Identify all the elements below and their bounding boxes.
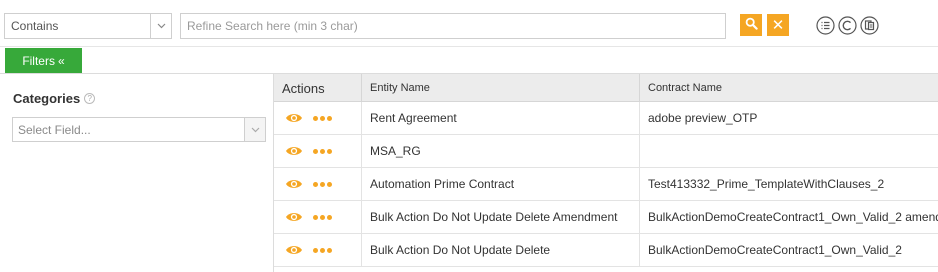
search-button[interactable] xyxy=(740,14,762,36)
more-options-icon[interactable] xyxy=(313,247,332,253)
table-row[interactable]: Automation Prime Contract Test413332_Prim… xyxy=(274,168,938,201)
row-actions xyxy=(274,234,362,266)
chevron-down-icon xyxy=(244,118,265,141)
toolbar-icons xyxy=(815,15,879,35)
document-icon[interactable] xyxy=(859,15,879,35)
clear-search-button[interactable]: ✕ xyxy=(767,14,789,36)
double-chevron-left-icon: « xyxy=(57,53,65,68)
more-options-icon[interactable] xyxy=(313,181,332,187)
copyright-icon[interactable] xyxy=(837,15,857,35)
entity-name-cell[interactable]: Automation Prime Contract xyxy=(362,168,640,200)
more-options-icon[interactable] xyxy=(313,148,332,154)
entity-name-cell[interactable]: Bulk Action Do Not Update Delete xyxy=(362,234,640,266)
search-bar: Contains ✕ xyxy=(0,0,938,46)
chevron-down-icon xyxy=(150,14,171,38)
categories-heading: Categories ? xyxy=(13,91,96,106)
filter-panel: Categories ? Select Field... xyxy=(0,74,274,272)
eye-icon[interactable] xyxy=(285,244,303,256)
list-icon[interactable] xyxy=(815,15,835,35)
filters-label: Filters xyxy=(22,53,55,68)
column-header-contract-name[interactable]: Contract Name xyxy=(640,74,938,102)
column-header-entity-name[interactable]: Entity Name xyxy=(362,74,640,102)
filters-toggle-button[interactable]: Filters « xyxy=(5,48,82,73)
match-mode-value: Contains xyxy=(11,19,59,33)
more-options-icon[interactable] xyxy=(313,115,332,121)
select-field-dropdown[interactable]: Select Field... xyxy=(12,117,266,142)
more-options-icon[interactable] xyxy=(313,214,332,220)
contract-name-cell[interactable]: Test413332_Prime_TemplateWithClauses_2 xyxy=(640,168,938,200)
entity-name-cell[interactable]: Bulk Action Do Not Update Delete Amendme… xyxy=(362,201,640,233)
eye-icon[interactable] xyxy=(285,211,303,223)
eye-icon[interactable] xyxy=(285,112,303,124)
results-grid: Actions Entity Name Contract Name Rent A… xyxy=(274,74,938,272)
contract-name-cell[interactable]: adobe preview_OTP xyxy=(640,102,938,134)
entity-name-cell[interactable]: MSA_RG xyxy=(362,135,640,167)
column-header-actions: Actions xyxy=(274,74,362,102)
categories-title: Categories xyxy=(13,91,81,106)
table-row[interactable]: MSA_RG xyxy=(274,135,938,168)
eye-icon[interactable] xyxy=(285,145,303,157)
magnifier-icon xyxy=(745,17,758,33)
eye-icon[interactable] xyxy=(285,178,303,190)
entity-name-cell[interactable]: Rent Agreement xyxy=(362,102,640,134)
select-field-placeholder: Select Field... xyxy=(18,122,91,137)
table-row[interactable]: Bulk Action Do Not Update Delete BulkActi… xyxy=(274,234,938,267)
contract-name-cell[interactable] xyxy=(640,135,938,167)
row-actions xyxy=(274,168,362,200)
contract-name-cell[interactable]: BulkActionDemoCreateContract1_Own_Valid_… xyxy=(640,234,938,266)
help-icon[interactable]: ? xyxy=(84,93,96,104)
row-actions xyxy=(274,102,362,134)
search-input[interactable] xyxy=(180,13,726,39)
contract-name-cell[interactable]: BulkActionDemoCreateContract1_Own_Valid_… xyxy=(640,201,938,233)
row-actions xyxy=(274,201,362,233)
grid-header: Actions Entity Name Contract Name xyxy=(274,74,938,102)
close-icon: ✕ xyxy=(771,16,785,34)
table-row[interactable]: Bulk Action Do Not Update Delete Amendme… xyxy=(274,201,938,234)
match-mode-select[interactable]: Contains xyxy=(4,13,172,39)
top-divider xyxy=(0,46,938,47)
table-row[interactable]: Rent Agreement adobe preview_OTP xyxy=(274,102,938,135)
row-actions xyxy=(274,135,362,167)
